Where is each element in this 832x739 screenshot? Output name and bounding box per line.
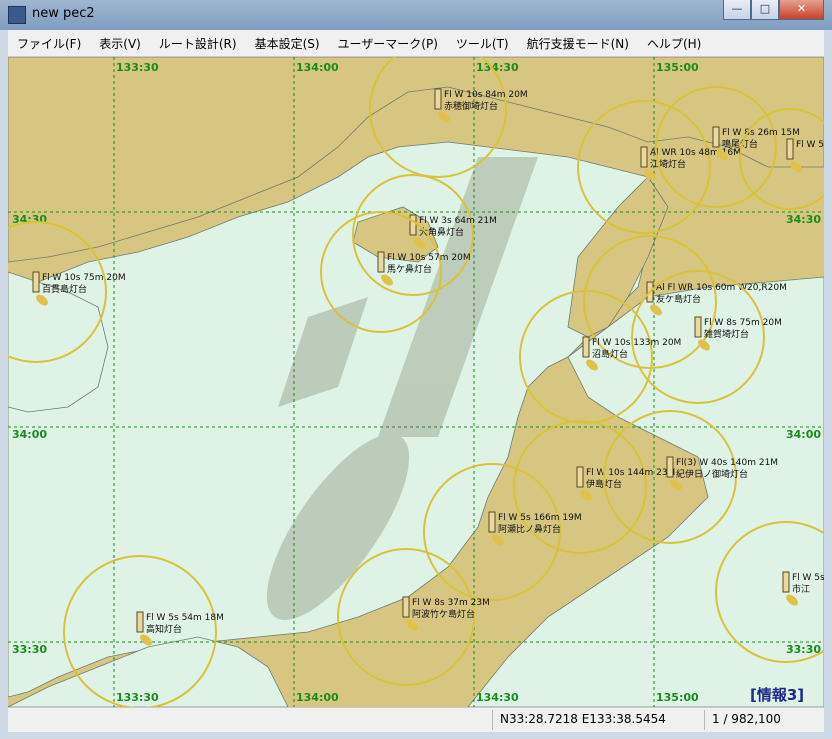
menu-view[interactable]: 表示(V)	[90, 35, 150, 52]
menu-settings[interactable]: 基本設定(S)	[246, 35, 329, 52]
chart-map[interactable]: 133:30 134:00 134:30 135:00 133:30 134:0…	[8, 57, 824, 707]
light-characteristic: Fl W 8s 75m 20M	[704, 318, 782, 328]
lighthouse-icon	[402, 596, 410, 618]
lighthouse-icon	[434, 88, 442, 110]
status-separator	[492, 710, 493, 730]
light-characteristic: Fl W 3s 64m 21M	[419, 216, 497, 226]
menu-route-design[interactable]: ルート設計(R)	[150, 35, 246, 52]
lighthouse-icon	[694, 316, 702, 338]
lighthouse-icon	[409, 214, 417, 236]
menu-file[interactable]: ファイル(F)	[8, 35, 90, 52]
cursor-coordinates: N33:28.7218 E133:38.5454	[500, 712, 666, 726]
title-bar: new pec2 — □ ✕	[0, 0, 832, 30]
light-characteristic: Fl W 5s 54m 18M	[146, 613, 224, 623]
lighthouse-name: 市江	[792, 583, 810, 595]
lighthouse-icon	[32, 271, 40, 293]
chart-scale: 1 / 982,100	[712, 712, 781, 726]
lighthouse-name: 沼島灯台	[592, 348, 628, 360]
menu-help[interactable]: ヘルプ(H)	[638, 35, 710, 52]
lighthouse-name: 鳴尾灯台	[722, 138, 758, 150]
nautical-chart[interactable]: 133:30 134:00 134:30 135:00 133:30 134:0…	[8, 57, 824, 707]
menu-navigation-mode[interactable]: 航行支援モード(N)	[518, 35, 638, 52]
lighthouse-name: 江埼灯台	[650, 158, 686, 170]
lon-label-top: 134:00	[296, 61, 339, 74]
lighthouse-name: 友ケ島灯台	[656, 293, 701, 305]
lon-label-top: 134:30	[476, 61, 519, 74]
light-characteristic: Al Fl WR 10s 60m W20,R20M	[656, 283, 787, 293]
light-characteristic: Fl W 8s 37m 23M	[412, 598, 490, 608]
lighthouse-icon	[782, 571, 790, 593]
lon-label-bottom: 135:00	[656, 691, 699, 704]
lat-label-right: 34:00	[786, 428, 821, 441]
lighthouse-name: 雑賀埼灯台	[704, 328, 749, 340]
info-mode-label[interactable]: [情報3]	[750, 684, 804, 705]
lighthouse-name: 阿瀬比ノ鼻灯台	[498, 523, 561, 535]
lighthouse-icon	[640, 146, 648, 168]
light-characteristic: Fl W 5s 166m 19M	[498, 513, 582, 523]
lighthouse-name: 赤穂御埼灯台	[444, 100, 498, 112]
menu-bar: ファイル(F) 表示(V) ルート設計(R) 基本設定(S) ユーザーマーク(P…	[8, 30, 824, 57]
lat-label-left: 34:00	[12, 428, 47, 441]
light-characteristic: Fl W 10s 84m 20M	[444, 90, 528, 100]
lighthouse-name: 百貫島灯台	[42, 283, 87, 295]
lighthouse-icon	[136, 611, 144, 633]
app-icon	[8, 6, 26, 24]
lighthouse-name: 阿波竹ケ島灯台	[412, 608, 475, 620]
lighthouse-icon	[666, 456, 674, 478]
lighthouse-name: 高知灯台	[146, 623, 182, 635]
lighthouse-icon	[712, 126, 720, 148]
lighthouse-icon	[488, 511, 496, 533]
lighthouse-name: 馬ケ鼻灯台	[387, 263, 432, 275]
light-characteristic: Fl W 10s 57m 20M	[387, 253, 471, 263]
lighthouse-icon	[576, 466, 584, 488]
window-title: new pec2	[32, 6, 95, 21]
window-controls: — □ ✕	[723, 0, 824, 20]
lon-label-top: 133:30	[116, 61, 159, 74]
lighthouse-icon	[582, 336, 590, 358]
menu-user-mark[interactable]: ユーザーマーク(P)	[329, 35, 447, 52]
lighthouse-icon	[786, 138, 794, 160]
lon-label-bottom: 134:30	[476, 691, 519, 704]
lat-label-right: 33:30	[786, 643, 821, 656]
minimize-button[interactable]: —	[723, 0, 751, 20]
light-characteristic: Fl W 5s	[792, 573, 824, 583]
lighthouse-name: 紀伊日ノ御埼灯台	[676, 468, 748, 480]
lon-label-top: 135:00	[656, 61, 699, 74]
lon-label-bottom: 133:30	[116, 691, 159, 704]
maximize-button[interactable]: □	[751, 0, 779, 20]
lat-label-right: 34:30	[786, 213, 821, 226]
close-button[interactable]: ✕	[779, 0, 824, 20]
light-characteristic: Fl W 10s 133m 20M	[592, 338, 681, 348]
light-characteristic: Fl W 8s 26m 15M	[722, 128, 800, 138]
lat-label-left: 33:30	[12, 643, 47, 656]
light-characteristic: Fl(3) W 40s 140m 21M	[676, 458, 778, 468]
light-characteristic: Fl W 10s 75m 20M	[42, 273, 126, 283]
status-separator	[704, 710, 705, 730]
lon-label-bottom: 134:00	[296, 691, 339, 704]
light-characteristic: Fl W 5s	[796, 140, 824, 150]
menu-tools[interactable]: ツール(T)	[447, 35, 518, 52]
status-bar: N33:28.7218 E133:38.5454 1 / 982,100	[8, 707, 824, 732]
lighthouse-icon	[377, 251, 385, 273]
light-characteristic: Fl W 10s 144m 23M	[586, 468, 675, 478]
